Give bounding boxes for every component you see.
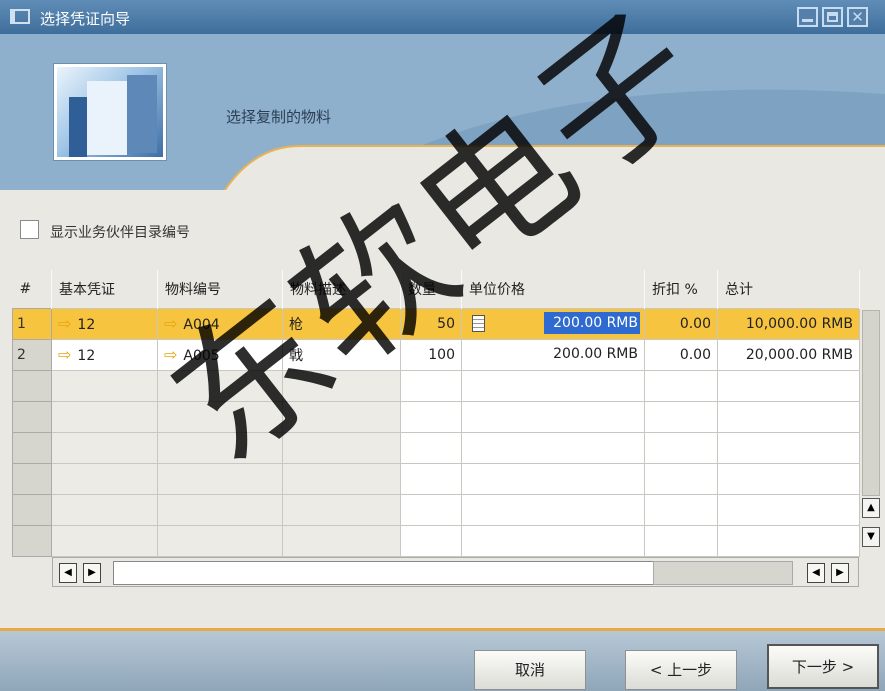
col-header-description[interactable]: 物料描述 <box>282 270 401 308</box>
col-header-item-no[interactable]: 物料编号 <box>157 270 283 308</box>
row-number[interactable] <box>12 493 52 526</box>
base-doc-cell[interactable]: ⇨ 12 <box>51 307 158 340</box>
col-header-unit-price[interactable]: 单位价格 <box>461 270 645 308</box>
total-cell[interactable]: 20,000.00 RMB <box>717 338 860 371</box>
horizontal-scroll-track[interactable] <box>113 561 713 585</box>
minimize-button[interactable] <box>797 7 818 27</box>
link-arrow-icon[interactable]: ⇨ <box>164 345 177 364</box>
table-row[interactable] <box>12 369 860 402</box>
vertical-scrollbar-track[interactable] <box>862 310 880 496</box>
col-header-discount[interactable]: 折扣 % <box>644 270 718 308</box>
step-subtitle: 选择复制的物料 <box>226 108 332 126</box>
show-bp-catalog-checkbox[interactable] <box>20 220 39 239</box>
row-number[interactable] <box>12 369 52 402</box>
items-table: # 基本凭证 物料编号 物料描述 数量 单位价格 折扣 % 总计 1 ⇨ 12 ⇨… <box>12 270 860 557</box>
table-row[interactable] <box>12 462 860 495</box>
maximize-button[interactable] <box>822 7 843 27</box>
base-doc-cell[interactable]: ⇨ 12 <box>51 338 158 371</box>
link-arrow-icon[interactable]: ⇨ <box>164 314 177 333</box>
row-number[interactable] <box>12 431 52 464</box>
link-arrow-icon[interactable]: ⇨ <box>58 314 71 333</box>
col-header-rownum: # <box>12 270 52 308</box>
quantity-cell[interactable]: 50 <box>400 307 462 340</box>
wizard-footer: 取消 < 上一步 下一步 > <box>0 628 885 691</box>
total-cell[interactable]: 10,000.00 RMB <box>717 307 860 340</box>
scroll-left-icon[interactable]: ◀ <box>59 563 77 583</box>
window-icon <box>10 9 30 24</box>
table-header-row: # 基本凭证 物料编号 物料描述 数量 单位价格 折扣 % 总计 <box>12 270 860 308</box>
description-cell[interactable]: 枪 <box>282 307 401 340</box>
horizontal-scroll-thumb[interactable] <box>653 561 793 585</box>
unit-price-value: 200.00 RMB <box>553 345 638 362</box>
row-number[interactable]: 1 <box>12 307 52 340</box>
row-number[interactable] <box>12 462 52 495</box>
description-cell[interactable]: 戟 <box>282 338 401 371</box>
unit-price-cell[interactable]: 200.00 RMB <box>461 338 645 371</box>
item-no-cell[interactable]: ⇨ A005 <box>157 338 283 371</box>
unit-price-cell[interactable]: 200.00 RMB <box>461 307 645 340</box>
close-button[interactable]: ✕ <box>847 7 868 27</box>
link-arrow-icon[interactable]: ⇨ <box>58 345 71 364</box>
cancel-button[interactable]: 取消 <box>474 650 586 690</box>
horizontal-scrollbar[interactable]: ◀ ▶ ◀ ▶ <box>52 557 859 587</box>
quantity-cell[interactable]: 100 <box>400 338 462 371</box>
title-bar: 选择凭证向导 ✕ <box>0 0 885 34</box>
show-bp-catalog-label: 显示业务伙伴目录编号 <box>50 225 190 241</box>
discount-cell[interactable]: 0.00 <box>644 307 718 340</box>
row-number[interactable]: 2 <box>12 338 52 371</box>
window-title: 选择凭证向导 <box>40 10 131 28</box>
next-step-button[interactable]: 下一步 > <box>767 644 879 689</box>
previous-step-button[interactable]: < 上一步 <box>625 650 737 690</box>
table-row[interactable]: 2 ⇨ 12 ⇨ A005 戟 100 200.00 RMB 0.00 20,000… <box>12 338 860 371</box>
table-row[interactable] <box>12 431 860 464</box>
col-header-base-doc[interactable]: 基本凭证 <box>51 270 158 308</box>
table-row[interactable] <box>12 493 860 526</box>
discount-cell[interactable]: 0.00 <box>644 338 718 371</box>
row-number[interactable] <box>12 524 52 557</box>
wizard-logo <box>54 64 166 160</box>
calculator-icon[interactable] <box>472 314 485 332</box>
col-header-quantity[interactable]: 数量 <box>400 270 462 308</box>
scroll-down-button[interactable]: ▼ <box>862 527 880 547</box>
scroll-right-icon[interactable]: ▶ <box>831 563 849 583</box>
row-number[interactable] <box>12 400 52 433</box>
table-row[interactable] <box>12 524 860 557</box>
scroll-right-icon[interactable]: ▶ <box>83 563 101 583</box>
table-row[interactable] <box>12 400 860 433</box>
unit-price-input[interactable]: 200.00 RMB <box>544 311 640 334</box>
table-row[interactable]: 1 ⇨ 12 ⇨ A004 枪 50 200.00 RMB 0.00 10,000.… <box>12 307 860 340</box>
scroll-up-button[interactable]: ▲ <box>862 498 880 518</box>
scroll-left-icon[interactable]: ◀ <box>807 563 825 583</box>
col-header-total[interactable]: 总计 <box>717 270 860 308</box>
wizard-header: 选择复制的物料 <box>0 34 885 190</box>
item-no-cell[interactable]: ⇨ A004 <box>157 307 283 340</box>
